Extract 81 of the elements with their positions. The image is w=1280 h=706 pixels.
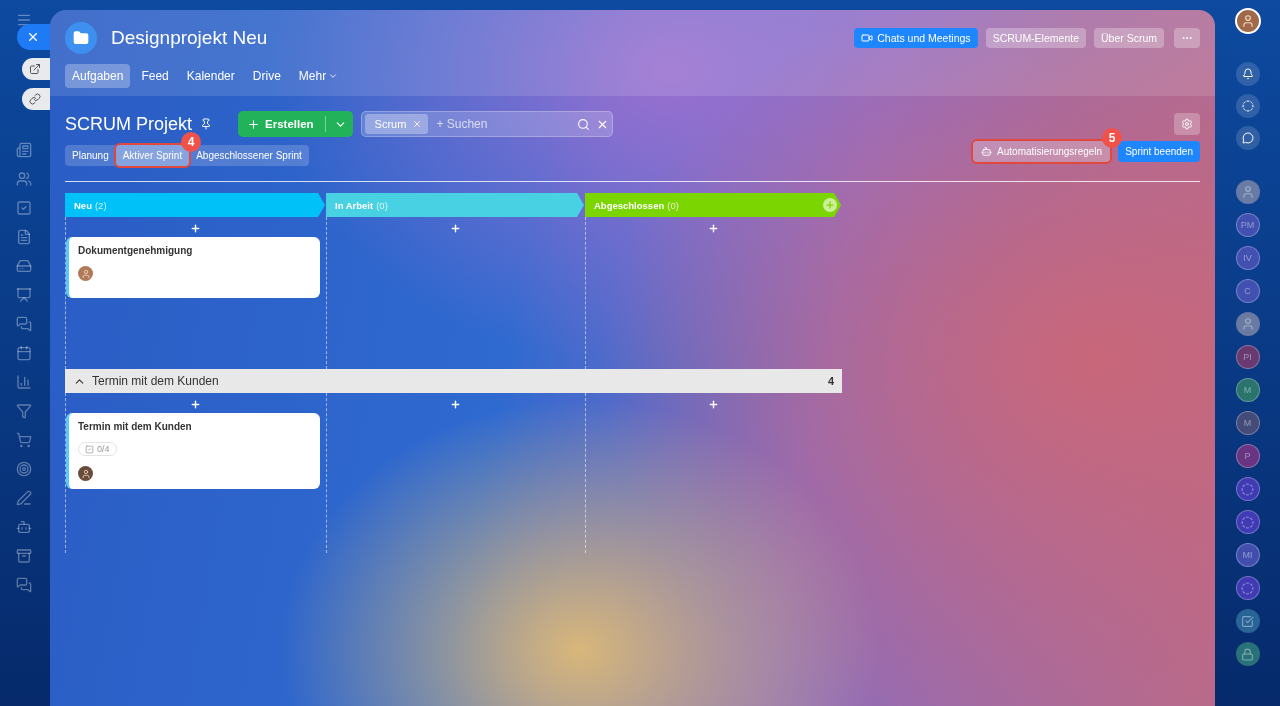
close-icon [26,30,40,44]
add-task-icon[interactable] [450,223,461,234]
task-title: Dokumentgenehmigung [78,245,194,256]
add-task-icon[interactable] [450,399,461,410]
contact-initials-avatar[interactable]: PM [1235,213,1260,237]
contact-avatar[interactable] [1235,180,1260,204]
more-button[interactable] [1174,28,1200,48]
column-header: Neu (2) [65,193,325,217]
chat-icon[interactable] [16,577,34,595]
task-card[interactable]: Dokumentgenehmigung [66,237,320,298]
swimlane-header[interactable]: Termin mit dem Kunden 4 [65,369,842,393]
pin-icon[interactable] [200,118,213,130]
checkbox-icon[interactable] [16,200,34,218]
profile-avatar[interactable] [1234,8,1261,34]
calendar-icon[interactable] [16,345,34,363]
add-task-icon[interactable] [190,399,201,410]
task-card[interactable]: Termin mit dem Kunden 0/4 [66,413,320,489]
add-task-icon[interactable] [708,399,719,410]
archive-icon[interactable] [16,548,34,566]
settings-button[interactable] [1174,113,1200,135]
contact-initials-avatar[interactable]: MI [1235,543,1260,567]
robot-icon [981,146,993,157]
nav-tab[interactable]: Aufgaben [65,64,131,88]
contact-initials-avatar[interactable]: PI [1235,345,1260,369]
open-external-button[interactable] [22,58,52,80]
callout-marker: 5 [1102,128,1123,148]
newspaper-icon[interactable] [16,142,34,160]
bell-icon[interactable] [1235,62,1260,86]
contact-initials-avatar[interactable]: M [1235,378,1260,402]
nav-tab[interactable]: Kalender [179,64,242,88]
user-avatar[interactable] [78,266,93,281]
task-title: Termin mit dem Kunden [78,421,193,432]
lock-icon[interactable] [1235,642,1260,666]
nav-tab[interactable]: Drive [245,64,288,88]
users-icon[interactable] [16,171,34,189]
board-title: SCRUM Projekt [65,113,193,135]
view-tab[interactable]: Planung [65,145,116,166]
swimlane-count: 4 [827,375,834,387]
link-icon [29,93,41,105]
remove-icon[interactable] [412,119,423,129]
view-tab[interactable]: Aktiver Sprint [115,145,190,166]
folder-icon [65,22,97,54]
header-button[interactable]: Über Scrum [1094,28,1164,48]
header-button[interactable]: Chats und Meetings [854,28,978,48]
external-link-icon [29,63,41,75]
presentation-icon[interactable] [16,287,34,305]
nav-tab[interactable]: Mehr [291,64,346,88]
plus-icon [247,117,261,131]
search-field[interactable]: Scrum + Suchen [360,111,613,137]
checklist-icon [85,444,94,454]
copy-link-button[interactable] [22,88,52,110]
swimlane-title: Termin mit dem Kunden [92,374,220,388]
contact-initials-avatar[interactable]: M [1235,411,1260,435]
task-icon[interactable] [1235,609,1260,633]
contact-initials-avatar[interactable]: C [1235,279,1260,303]
column-header: Abgeschlossen (0) [585,193,841,217]
filter-tag[interactable]: Scrum [364,114,429,134]
contact-initials-avatar[interactable]: IV [1235,246,1260,270]
finish-sprint-button[interactable]: Sprint beenden [1118,141,1200,162]
chat-icon[interactable] [1235,126,1260,150]
header-button[interactable]: SCRUM-Elemente [985,28,1086,48]
filter-icon[interactable] [16,403,34,421]
search-icon[interactable] [576,117,590,131]
automation-rules-button[interactable]: Automatisierungsregeln [973,141,1111,162]
chat-icon[interactable] [16,316,34,334]
contact-avatar[interactable] [1235,312,1260,336]
nav-tab[interactable]: Feed [134,64,176,88]
pen-icon[interactable] [16,490,34,508]
project-title: Designprojekt Neu [111,27,269,49]
chevron-down-icon [328,71,339,81]
add-task-icon[interactable] [708,223,719,234]
add-task-icon[interactable] [190,223,201,234]
user-avatar[interactable] [78,466,93,481]
callout-marker: 4 [181,132,202,152]
column-header: In Arbeit (0) [326,193,584,217]
video-camera-icon [861,32,874,44]
settings-icon [1181,118,1193,130]
target-icon[interactable] [16,461,34,479]
create-button[interactable]: Erstellen [238,111,353,137]
contact-initials-avatar[interactable]: P [1235,444,1260,468]
cart-icon[interactable] [16,432,34,450]
